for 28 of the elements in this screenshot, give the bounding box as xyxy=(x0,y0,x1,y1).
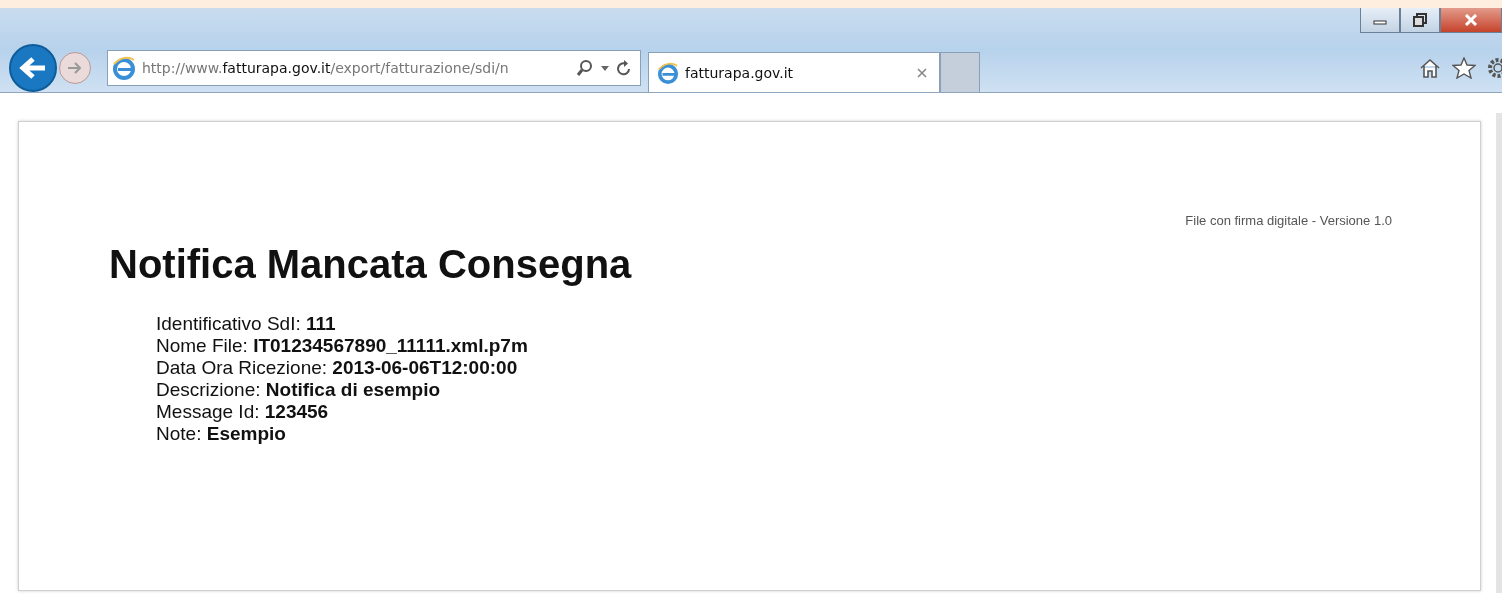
refresh-icon[interactable] xyxy=(616,59,632,77)
page-heading: Notifica Mancata Consegna xyxy=(109,242,633,287)
browser-logo-icon xyxy=(112,56,136,80)
back-button[interactable] xyxy=(9,44,57,92)
home-icon[interactable] xyxy=(1418,57,1442,79)
scrollbar[interactable] xyxy=(1496,113,1502,593)
field-line: Nome File: IT01234567890_11111.xml.p7m xyxy=(156,335,529,357)
version-note: File con firma digitale - Versione 1.0 xyxy=(1185,213,1392,228)
address-bar[interactable]: http://www.fatturapa.gov.it/export/fatturazione/sdi/n xyxy=(107,50,641,86)
field-line: Descrizione: Notifica di esempio xyxy=(156,379,442,401)
field-line: Identificativo SdI: 111 xyxy=(156,313,337,335)
field-line: Note: Esempio xyxy=(156,423,287,445)
close-tab-icon[interactable] xyxy=(917,67,927,78)
favorites-star-icon[interactable] xyxy=(1452,57,1476,79)
address-text[interactable]: http://www.fatturapa.gov.it/export/fatturazione/sdi/n xyxy=(142,60,570,76)
back-arrow-icon xyxy=(19,56,47,80)
dropdown-caret-icon[interactable] xyxy=(600,64,610,72)
close-icon xyxy=(1464,14,1478,26)
field-line: Message Id: 123456 xyxy=(156,401,330,423)
browser-tab[interactable]: fatturapa.gov.it xyxy=(648,52,940,92)
search-icon[interactable] xyxy=(576,59,594,77)
field-line: Data Ora Ricezione: 2013-06-06T12:00:00 xyxy=(156,357,519,379)
forward-arrow-icon xyxy=(66,60,84,76)
browser-logo-icon xyxy=(657,61,679,84)
restore-button[interactable] xyxy=(1400,8,1440,33)
restore-icon xyxy=(1413,13,1427,27)
settings-icon[interactable] xyxy=(1486,56,1502,80)
close-button[interactable] xyxy=(1440,8,1502,33)
